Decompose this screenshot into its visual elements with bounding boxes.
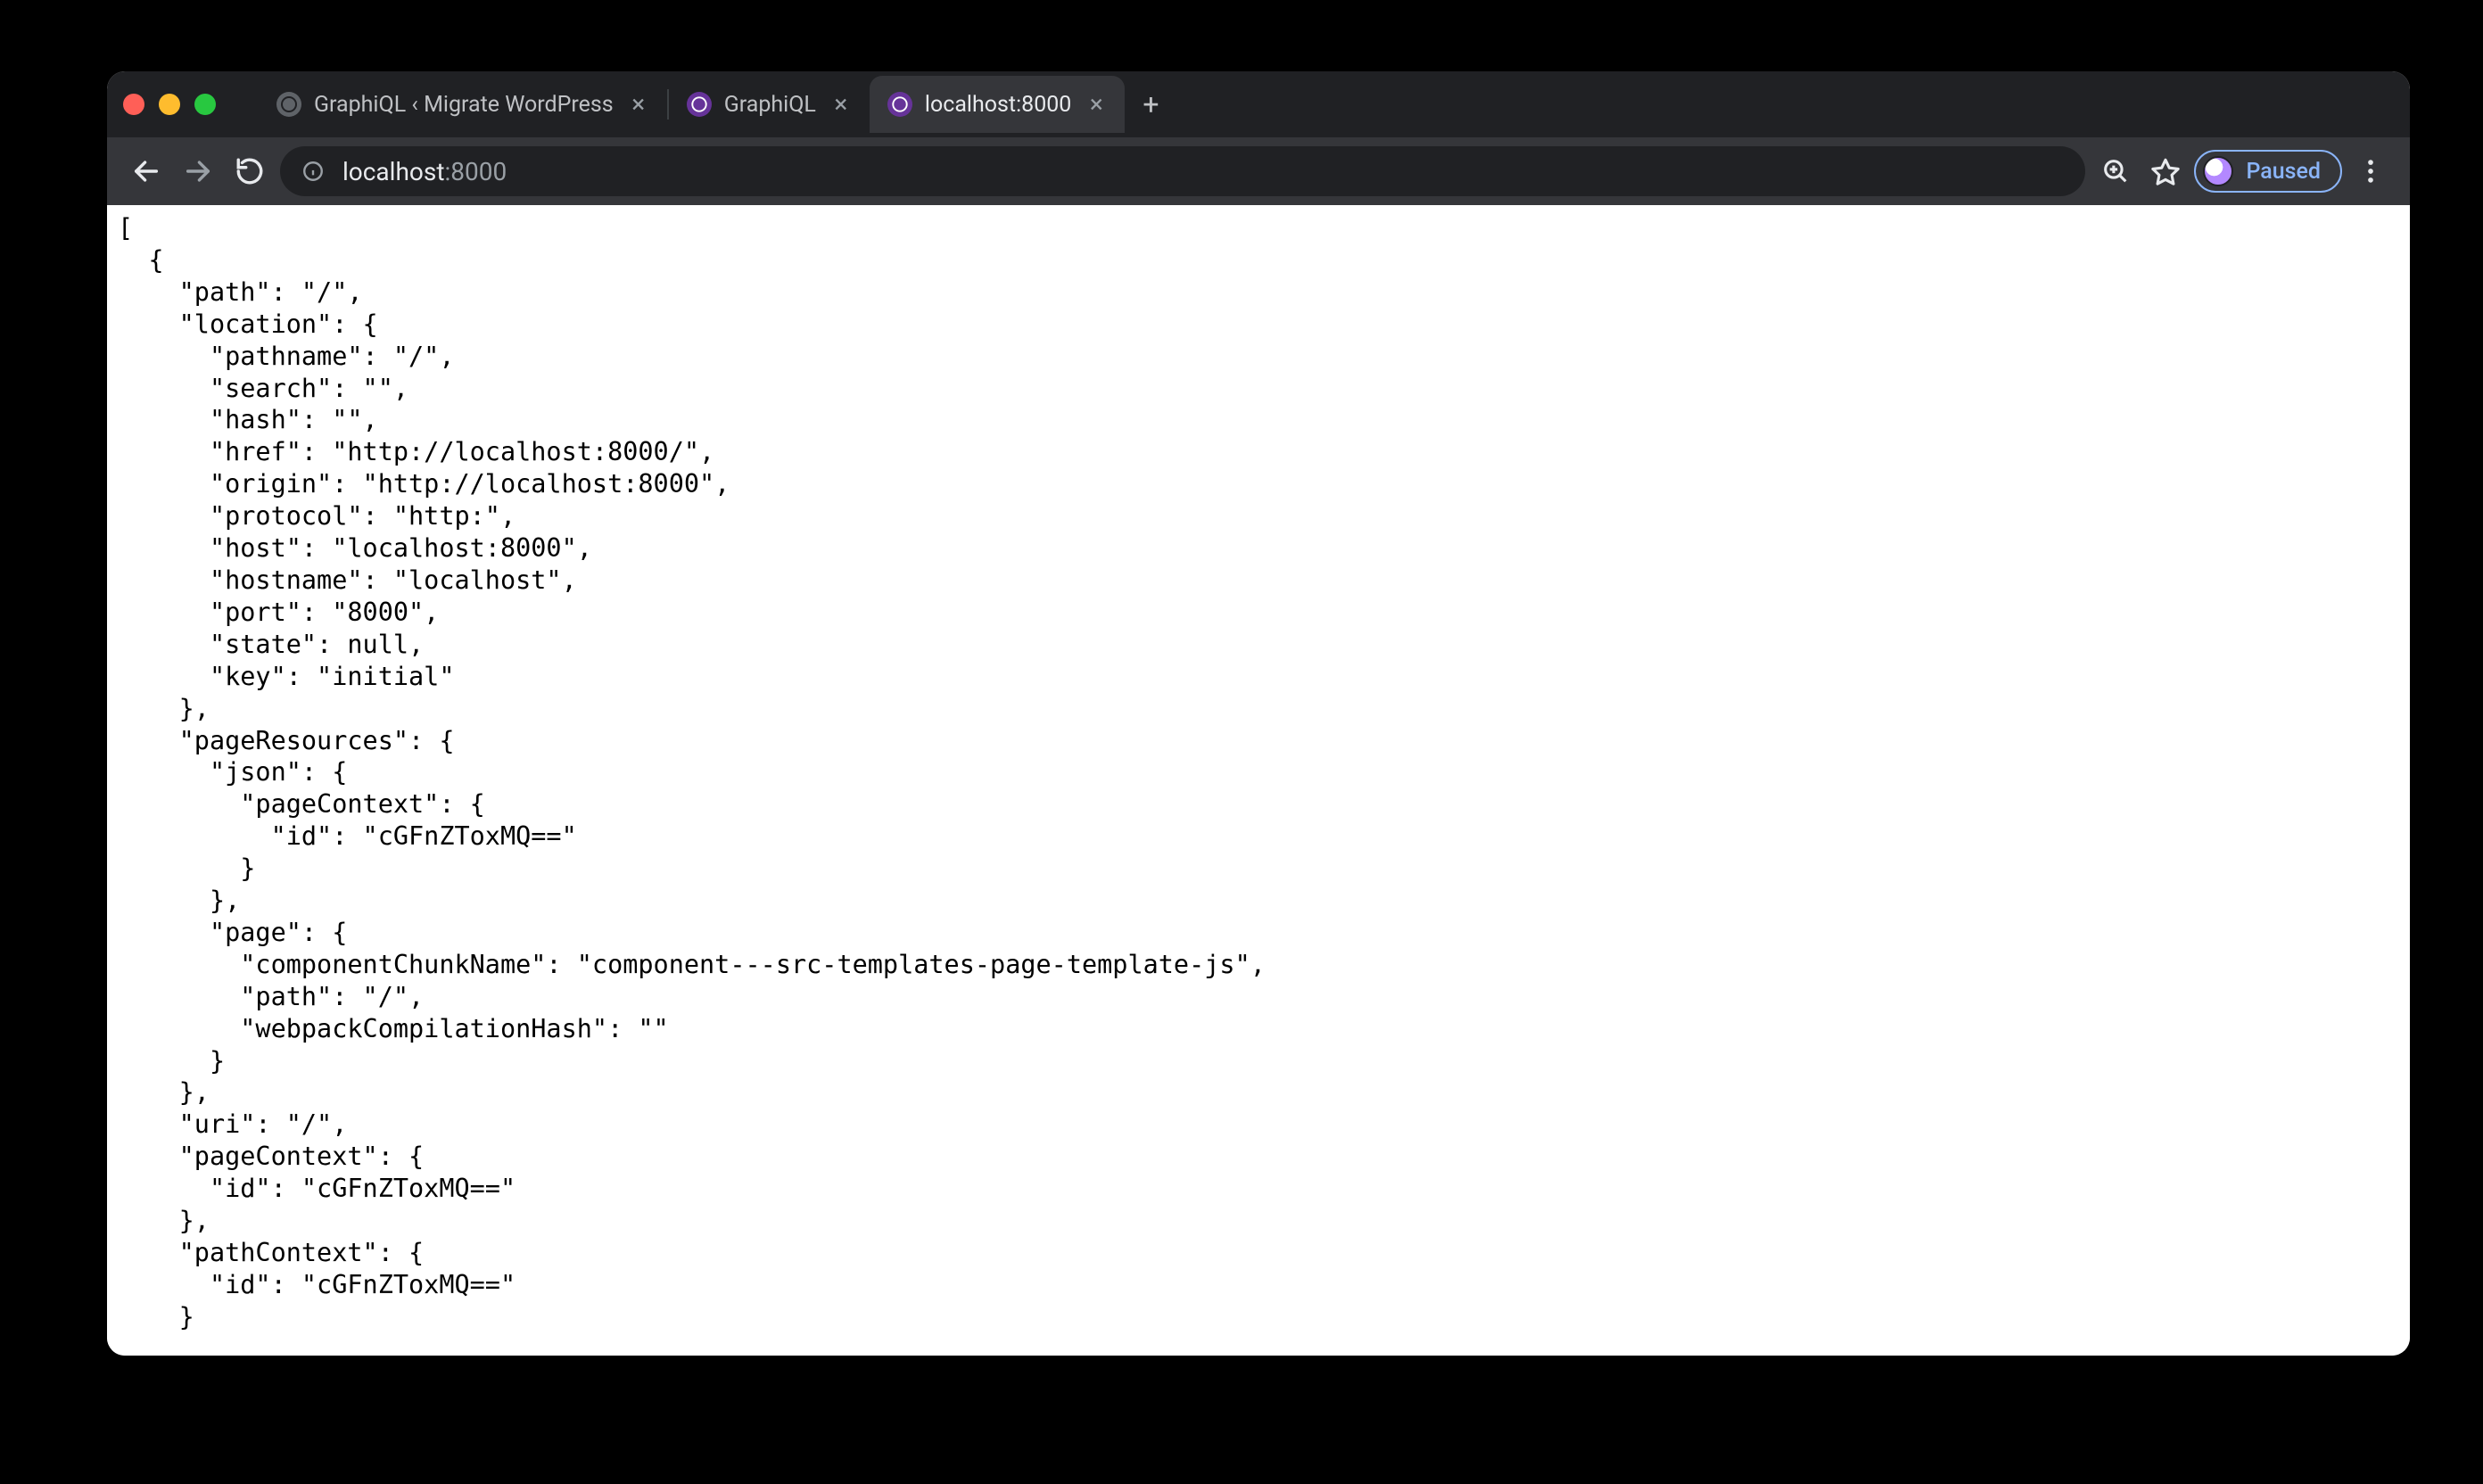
- zoom-icon[interactable]: [2094, 150, 2137, 193]
- reload-button[interactable]: [228, 150, 271, 193]
- back-button[interactable]: [125, 150, 168, 193]
- close-icon[interactable]: ×: [626, 92, 651, 117]
- new-tab-button[interactable]: +: [1125, 87, 1176, 121]
- close-icon[interactable]: ×: [1084, 92, 1109, 117]
- globe-icon: [276, 92, 301, 117]
- tab-graphiql[interactable]: GraphiQL ×: [669, 76, 870, 133]
- avatar-icon: [2203, 156, 2233, 186]
- browser-window: GraphiQL ‹ Migrate WordPress × GraphiQL …: [107, 71, 2410, 1356]
- window-minimize-button[interactable]: [159, 94, 180, 115]
- window-zoom-button[interactable]: [194, 94, 216, 115]
- tab-graphiql-wp[interactable]: GraphiQL ‹ Migrate WordPress ×: [259, 76, 667, 133]
- forward-button[interactable]: [177, 150, 219, 193]
- tab-title: localhost:8000: [925, 92, 1071, 118]
- toolbar: localhost:8000 Paused: [107, 137, 2410, 205]
- site-info-icon[interactable]: [300, 158, 326, 185]
- url-port: :8000: [444, 157, 507, 186]
- overflow-menu-button[interactable]: [2349, 150, 2392, 193]
- address-bar[interactable]: localhost:8000: [280, 146, 2085, 196]
- profile-chip[interactable]: Paused: [2194, 150, 2342, 193]
- gatsby-icon: [687, 92, 712, 117]
- tab-strip: GraphiQL ‹ Migrate WordPress × GraphiQL …: [107, 71, 2410, 137]
- bookmark-icon[interactable]: [2144, 150, 2187, 193]
- tab-localhost-8000[interactable]: localhost:8000 ×: [870, 76, 1125, 133]
- window-controls: [123, 94, 216, 115]
- tab-title: GraphiQL: [724, 92, 816, 118]
- gatsby-icon: [887, 92, 912, 117]
- toolbar-right: Paused: [2094, 150, 2392, 193]
- response-body: [ { "path": "/", "location": { "pathname…: [107, 205, 2410, 1340]
- profile-status: Paused: [2246, 159, 2321, 185]
- url-text: localhost:8000: [342, 157, 507, 186]
- close-icon[interactable]: ×: [829, 92, 854, 117]
- page-viewport: [ { "path": "/", "location": { "pathname…: [107, 205, 2410, 1356]
- url-host: localhost: [342, 157, 444, 186]
- tab-title: GraphiQL ‹ Migrate WordPress: [314, 92, 614, 118]
- window-close-button[interactable]: [123, 94, 144, 115]
